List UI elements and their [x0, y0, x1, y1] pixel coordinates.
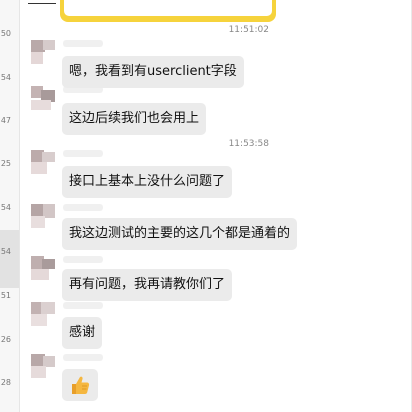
- avatar[interactable]: [31, 204, 55, 228]
- message-bubble[interactable]: 我这边测试的主要的这几个都是通着的: [62, 218, 298, 250]
- message-bubble[interactable]: 这边后续我们也会用上: [62, 103, 207, 135]
- conversation-list-edge: 50 54 47 25 54 54 51 26 28: [0, 0, 20, 412]
- message-bubble[interactable]: 感谢: [62, 317, 103, 349]
- avatar[interactable]: [31, 354, 55, 378]
- message-bubble-emoji[interactable]: [62, 369, 98, 401]
- thumbs-up-icon: [72, 376, 90, 394]
- message-bubble[interactable]: 接口上基本上没什么问题了: [62, 166, 233, 198]
- conversation-time: 54: [0, 203, 11, 212]
- avatar[interactable]: [31, 302, 55, 326]
- message-timestamp: 11:51:02: [228, 25, 269, 35]
- sender-name: [63, 40, 103, 47]
- sender-name: [63, 204, 103, 211]
- conversation-time: 51: [0, 291, 11, 300]
- avatar[interactable]: [31, 40, 55, 64]
- avatar[interactable]: [31, 150, 55, 174]
- conversation-time: 25: [0, 159, 11, 168]
- active-tab-indicator: [28, 3, 56, 4]
- message-timestamp: 11:53:58: [228, 139, 269, 149]
- avatar[interactable]: [31, 256, 55, 280]
- conversation-time: 54: [0, 247, 11, 256]
- pinned-card[interactable]: [60, 0, 276, 22]
- conversation-time: 50: [0, 29, 11, 38]
- sender-name: [63, 256, 103, 263]
- conversation-time: 54: [0, 73, 11, 82]
- conversation-time: 28: [0, 378, 11, 387]
- conversation-time: 26: [0, 335, 11, 344]
- sender-name: [63, 354, 103, 361]
- conversation-time: 47: [0, 116, 11, 125]
- avatar[interactable]: [31, 86, 55, 110]
- selected-conversation[interactable]: [0, 230, 19, 288]
- message-bubble[interactable]: 嗯，我看到有userclient字段: [62, 56, 244, 88]
- sender-name: [63, 302, 103, 309]
- message-bubble[interactable]: 再有问题，我再请教你们了: [62, 269, 233, 301]
- sender-name: [63, 150, 103, 157]
